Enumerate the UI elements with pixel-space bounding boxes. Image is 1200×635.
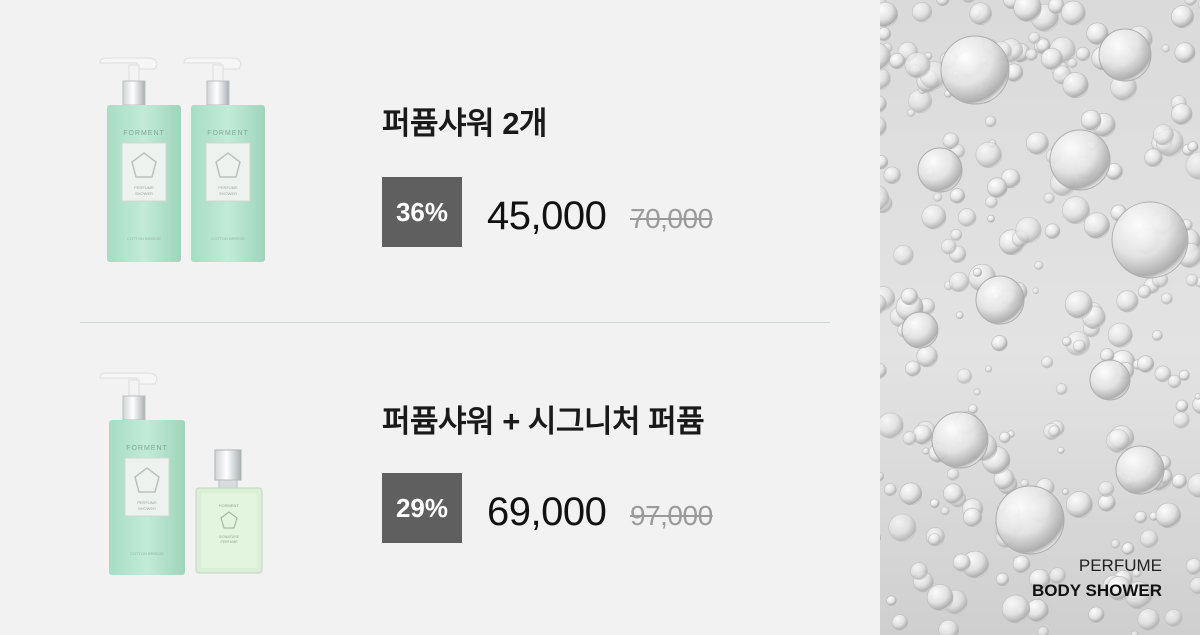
product-image-shower-and-perfume: FORMENT PERFUME SHOWER COTTON BREEZE FOR… [99, 372, 263, 575]
svg-text:COTTON BREEZE: COTTON BREEZE [130, 551, 164, 556]
perfume-bottle: FORMENT SIGNATURE PERFUME [195, 449, 263, 574]
svg-text:PERFUME: PERFUME [137, 500, 157, 505]
svg-text:COTTON BREEZE: COTTON BREEZE [211, 236, 245, 241]
divider [80, 322, 830, 323]
brand-line-perfume: PERFUME [1078, 556, 1162, 575]
offer-row[interactable]: FORMENT PERFUME SHOWER COTTON BREEZE FOR… [0, 0, 880, 322]
foam-texture [880, 0, 1200, 635]
bottle-brand-text: FORMENT [207, 130, 249, 137]
sale-price: 45,000 [487, 194, 607, 238]
original-price: 97,000 [630, 500, 713, 531]
original-price: 70,000 [630, 203, 713, 234]
svg-text:PERFUME: PERFUME [134, 185, 154, 190]
svg-text:PERFUME: PERFUME [218, 185, 238, 190]
svg-text:COTTON BREEZE: COTTON BREEZE [127, 236, 161, 241]
bubble-foam-image: PERFUME BODY SHOWER [880, 0, 1200, 635]
svg-text:SHOWER: SHOWER [138, 506, 156, 511]
discount-badge: 36% [382, 177, 462, 247]
product-image-shower-pair: FORMENT PERFUME SHOWER COTTON BREEZE FOR… [99, 57, 265, 262]
offer-row[interactable]: FORMENT PERFUME SHOWER COTTON BREEZE FOR… [0, 324, 880, 635]
shower-bottle: FORMENT PERFUME SHOWER COTTON BREEZE [99, 372, 185, 575]
sale-price: 69,000 [487, 490, 607, 534]
bottle-brand-text: FORMENT [123, 130, 165, 137]
svg-text:SIGNATURE: SIGNATURE [219, 535, 240, 539]
offers-panel: FORMENT PERFUME SHOWER COTTON BREEZE FOR… [0, 0, 880, 635]
perfume-brand-text: FORMENT [219, 503, 239, 508]
bottle-brand-text: FORMENT [126, 445, 168, 452]
shower-bottle: FORMENT PERFUME SHOWER COTTON BREEZE [99, 57, 181, 262]
brand-line-body-shower: BODY SHOWER [1031, 581, 1162, 600]
svg-text:SHOWER: SHOWER [135, 191, 153, 196]
discount-badge: 29% [382, 473, 462, 543]
offer-title: 퍼퓸샤워 2개 [382, 106, 547, 141]
svg-text:SHOWER: SHOWER [219, 191, 237, 196]
svg-text:PERFUME: PERFUME [220, 540, 238, 544]
offer-title: 퍼퓸샤워 + 시그니처 퍼퓸 [382, 404, 705, 439]
shower-bottle: FORMENT PERFUME SHOWER COTTON BREEZE [183, 57, 265, 262]
